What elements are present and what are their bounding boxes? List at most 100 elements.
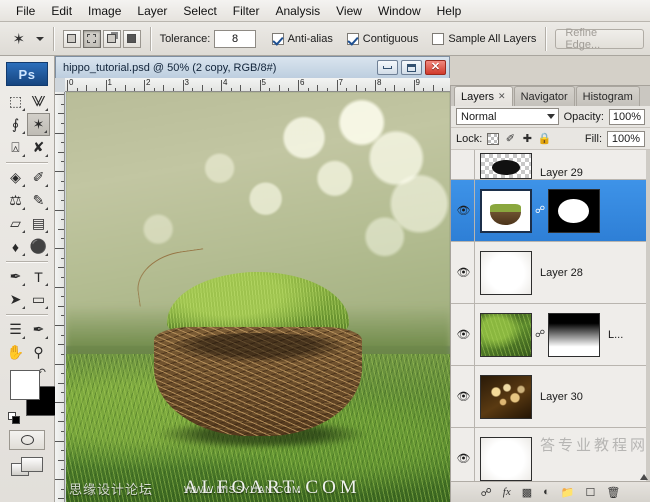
maximize-button[interactable] — [401, 60, 422, 75]
layer-row[interactable]: 👁 ☍ L... — [451, 304, 650, 366]
layer-visibility-toggle[interactable]: 👁 — [453, 242, 475, 303]
layer-row[interactable]: 👁 ☍ — [451, 180, 650, 242]
menu-item-edit[interactable]: Edit — [43, 2, 80, 20]
intersect-selection-button[interactable] — [122, 29, 141, 48]
history-brush-tool[interactable]: ✎ — [27, 189, 50, 212]
new-layer-icon[interactable]: ☐ — [586, 486, 596, 499]
close-button[interactable]: ✕ — [425, 60, 446, 75]
lock-position-icon[interactable]: ✚ — [521, 133, 533, 145]
menu-item-select[interactable]: Select — [175, 2, 224, 20]
add-layer-mask-icon[interactable]: ▩ — [522, 486, 532, 499]
menu-item-layer[interactable]: Layer — [129, 2, 175, 20]
layer-visibility-toggle[interactable]: 👁 — [453, 304, 475, 365]
layer-style-fx-icon[interactable]: fx — [503, 486, 511, 498]
link-layers-icon[interactable]: ☍ — [481, 486, 492, 499]
layer-thumbnail[interactable] — [480, 250, 532, 295]
menu-item-view[interactable]: View — [328, 2, 370, 20]
fill-input[interactable]: 100% — [607, 130, 645, 147]
sample-all-layers-checkbox[interactable]: Sample All Layers — [432, 32, 536, 45]
layer-name[interactable]: L... — [600, 329, 623, 341]
rectangular-marquee-tool[interactable]: ⬚ — [4, 90, 27, 113]
lasso-tool[interactable]: ∮ — [4, 113, 27, 136]
menu-item-file[interactable]: File — [8, 2, 43, 20]
screen-mode-icon[interactable] — [9, 456, 45, 478]
quick-mask-icon[interactable] — [9, 430, 45, 450]
patch-tool[interactable]: ◈ — [4, 166, 27, 189]
menu-item-image[interactable]: Image — [80, 2, 129, 20]
vertical-ruler[interactable] — [55, 92, 65, 502]
subtract-from-selection-button[interactable] — [102, 29, 121, 48]
anti-alias-checkbox[interactable]: Anti-alias — [271, 32, 333, 45]
clone-stamp-tool[interactable]: ⚖ — [4, 189, 27, 212]
pen-tool[interactable]: ✒ — [4, 265, 27, 288]
layer-visibility-toggle[interactable]: 👁 — [453, 180, 475, 241]
layer-thumbnail[interactable] — [480, 153, 532, 179]
layer-mask-thumbnail[interactable] — [548, 188, 600, 233]
panel-scrollbar[interactable] — [646, 150, 650, 481]
move-tool[interactable]: ⨈ — [27, 90, 50, 113]
layer-thumbnail[interactable] — [480, 312, 532, 357]
crop-tool[interactable]: ⍓ — [4, 136, 27, 159]
layer-visibility-toggle[interactable]: 👁 — [453, 366, 475, 427]
eraser-tool[interactable]: ▱ — [4, 212, 27, 235]
blend-mode-select[interactable]: Normal — [456, 108, 559, 125]
gradient-tool[interactable]: ▤ — [27, 212, 50, 235]
eyedropper-tool[interactable]: ✒ — [27, 318, 50, 341]
layer-visibility-toggle[interactable]: 👁 — [453, 428, 475, 481]
path-selection-tool[interactable]: ➤ — [4, 288, 27, 311]
layer-thumbnail[interactable] — [480, 188, 532, 233]
layer-row[interactable]: 👁 Layer 28 — [451, 242, 650, 304]
layer-thumbnail[interactable] — [480, 436, 532, 481]
document-title-bar[interactable]: hippo_tutorial.psd @ 50% (2 copy, RGB/8#… — [55, 56, 450, 78]
tab-histogram[interactable]: Histogram — [575, 86, 640, 106]
tab-navigator[interactable]: Navigator — [513, 86, 575, 106]
minimize-button[interactable] — [377, 60, 398, 75]
magic-wand-tool[interactable]: ✶ — [27, 113, 50, 136]
new-selection-button[interactable] — [62, 29, 81, 48]
menu-item-window[interactable]: Window — [370, 2, 429, 20]
menu-item-help[interactable]: Help — [429, 2, 470, 20]
brush-tool[interactable]: ✐ — [27, 166, 50, 189]
rectangle-shape-tool[interactable]: ▭ — [27, 288, 50, 311]
link-mask-icon[interactable]: ☍ — [535, 205, 545, 216]
contiguous-checkbox[interactable]: Contiguous — [346, 32, 418, 45]
blur-tool[interactable]: ♦ — [4, 235, 27, 258]
link-mask-icon[interactable]: ☍ — [535, 329, 545, 340]
scroll-up-icon[interactable] — [640, 474, 648, 480]
menu-item-filter[interactable]: Filter — [225, 2, 268, 20]
refine-edge-button[interactable]: Refine Edge... — [555, 27, 644, 51]
layer-row[interactable]: Layer 29 — [451, 150, 650, 180]
lock-image-pixels-icon[interactable]: ✐ — [504, 133, 516, 145]
layer-row[interactable]: 👁 — [451, 428, 650, 481]
layer-name[interactable]: Layer 30 — [532, 391, 583, 403]
new-adjustment-layer-icon[interactable]: ◐ — [543, 486, 550, 498]
horizontal-ruler[interactable]: 012345678910 — [65, 78, 450, 92]
layer-row[interactable]: 👁 Layer 30 — [451, 366, 650, 428]
type-tool[interactable]: T — [27, 265, 50, 288]
delete-layer-icon[interactable]: 🗑 — [606, 486, 620, 499]
notes-tool[interactable]: ☰ — [4, 318, 27, 341]
zoom-tool[interactable]: ⚲ — [27, 341, 50, 364]
layer-name[interactable]: Layer 29 — [532, 167, 583, 179]
new-group-icon[interactable]: 📁 — [561, 486, 575, 499]
hand-tool[interactable]: ✋ — [4, 341, 27, 364]
layer-visibility-toggle[interactable] — [453, 150, 475, 179]
close-icon[interactable]: ✕ — [498, 91, 506, 102]
default-colors-icon[interactable] — [8, 412, 20, 424]
menu-item-analysis[interactable]: Analysis — [267, 2, 328, 20]
tolerance-input[interactable]: 8 — [214, 29, 256, 48]
slice-tool[interactable]: ✘ — [27, 136, 50, 159]
canvas[interactable]: 思缘设计论坛 WWW.MISSYUAN.COM ALFOART.COM — [66, 92, 450, 502]
opacity-input[interactable]: 100% — [608, 108, 645, 125]
layer-name[interactable]: Layer 28 — [532, 267, 583, 279]
layer-mask-thumbnail[interactable] — [548, 312, 600, 357]
tool-preset-chevron-down-icon[interactable] — [35, 36, 44, 41]
tab-layers[interactable]: Layers ✕ — [454, 86, 513, 106]
lock-all-icon[interactable]: 🔒 — [537, 133, 551, 145]
layer-thumbnail[interactable] — [480, 374, 532, 419]
lock-transparent-pixels-icon[interactable] — [487, 132, 500, 145]
layer-list[interactable]: Layer 29 👁 ☍ 👁 Layer 28 👁 ☍ L... 👁 Layer… — [451, 150, 650, 481]
add-to-selection-button[interactable] — [82, 29, 101, 48]
dodge-tool[interactable]: ⚫ — [27, 235, 50, 258]
foreground-color-swatch[interactable] — [10, 370, 40, 400]
